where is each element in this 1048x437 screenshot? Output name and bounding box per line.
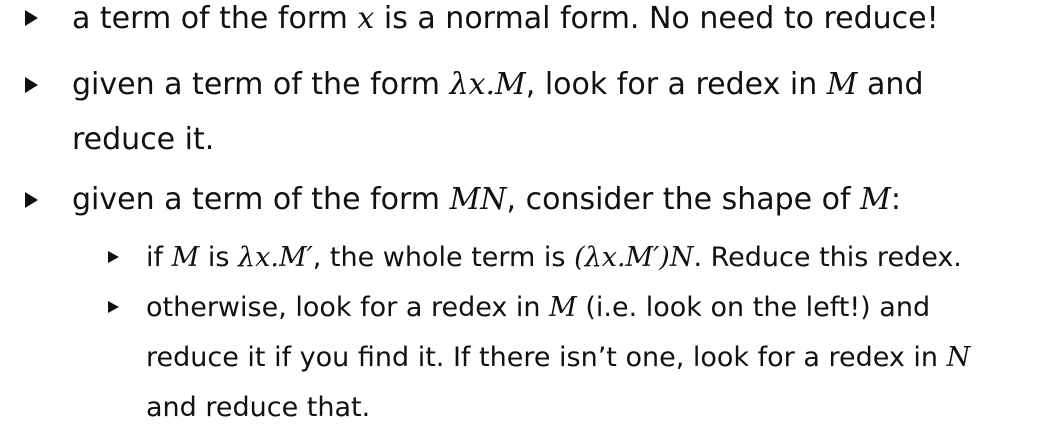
subitem-1-m1: M bbox=[171, 242, 200, 273]
subitem-2-line-1: otherwise, look for a redex in M (i.e. l… bbox=[146, 294, 930, 321]
subitem-2-m1: M bbox=[549, 292, 577, 323]
subitem-2-line-3: and reduce that. bbox=[146, 394, 370, 421]
subitem-1-w1: if bbox=[146, 242, 164, 273]
subitem-2-w2: (i.e. look on the left!) and bbox=[585, 292, 931, 323]
item-2-line-2: reduce it. bbox=[72, 125, 214, 155]
item-1-math: x bbox=[357, 1, 375, 36]
subitem-1-text: if M is λx.M′, the whole term is (λx.M′)… bbox=[146, 244, 962, 271]
bullet-triangle-icon bbox=[25, 10, 38, 26]
sub-bullet-triangle-icon bbox=[108, 301, 119, 313]
item-3-math-2: M bbox=[860, 182, 891, 217]
subitem-1-m2: λx.M′ bbox=[238, 242, 313, 273]
subitem-1-w4: . Reduce this redex. bbox=[693, 242, 962, 273]
subitem-2-line2-math: N bbox=[946, 342, 971, 373]
item-3-text-mid: , consider the shape of bbox=[506, 182, 851, 217]
subitem-2-w1: otherwise, look for a redex in bbox=[146, 292, 541, 323]
item-2-continuation: reduce it. bbox=[72, 122, 215, 157]
subitem-1-m3: (λx.M′)N bbox=[574, 242, 694, 273]
bullet-triangle-icon bbox=[25, 77, 38, 93]
subitem-2-line3: and reduce that. bbox=[146, 392, 371, 423]
sub-bullet-triangle-icon bbox=[108, 251, 119, 263]
subitem-1-w3: , the whole term is bbox=[312, 242, 566, 273]
item-2-text-mid: , look for a redex in bbox=[525, 67, 818, 102]
item-2-math-1: λx.M bbox=[449, 67, 526, 102]
item-2-text-before: given a term of the form bbox=[72, 67, 441, 102]
item-2-text-after: and bbox=[867, 67, 924, 102]
item-1-text-after: is a normal form. No need to reduce! bbox=[383, 1, 939, 36]
item-1-text: a term of the form x is a normal form. N… bbox=[72, 4, 939, 34]
subitem-1-w2: is bbox=[207, 242, 230, 273]
bullet-triangle-icon bbox=[25, 192, 38, 208]
item-1-text-before: a term of the form bbox=[72, 1, 348, 36]
item-3-line-1: given a term of the form MN, consider th… bbox=[72, 185, 901, 215]
subitem-2-line-2: reduce it if you find it. If there isn’t… bbox=[146, 344, 970, 371]
item-2-math-2: M bbox=[826, 67, 858, 102]
item-3-text-after: : bbox=[890, 182, 901, 217]
slide: { "items": [ { "text_before": "a term of… bbox=[0, 0, 1048, 437]
item-2-line-1: given a term of the form λx.M, look for … bbox=[72, 70, 924, 100]
subitem-2-line2-text: reduce it if you find it. If there isn’t… bbox=[146, 342, 939, 373]
item-3-text-before: given a term of the form bbox=[72, 182, 441, 217]
item-3-math-1: MN bbox=[449, 182, 507, 217]
